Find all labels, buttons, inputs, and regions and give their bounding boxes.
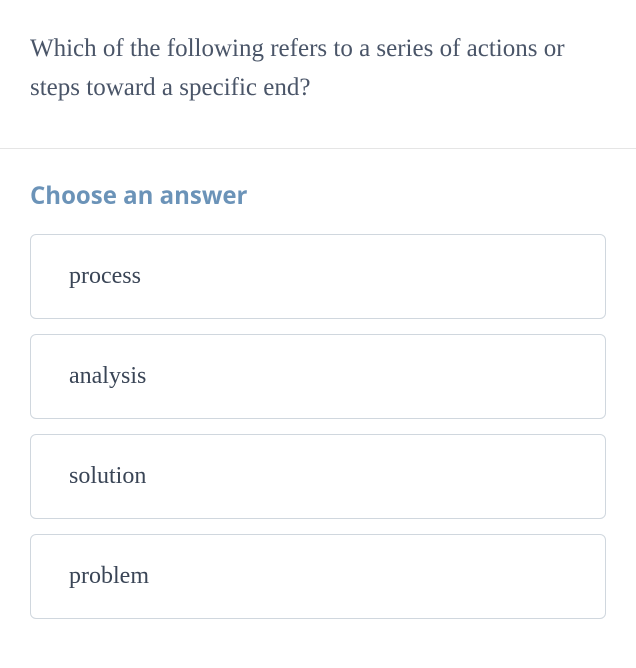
question-text: Which of the following refers to a serie… — [30, 30, 606, 108]
answer-options-list: process analysis solution problem — [30, 234, 606, 619]
answer-label: solution — [69, 463, 146, 489]
answer-option-1[interactable]: analysis — [30, 334, 606, 419]
answer-section: Choose an answer process analysis soluti… — [0, 149, 636, 649]
answer-label: process — [69, 263, 141, 289]
answer-instruction: Choose an answer — [30, 179, 606, 212]
answer-label: problem — [69, 563, 149, 589]
answer-option-2[interactable]: solution — [30, 434, 606, 519]
answer-option-0[interactable]: process — [30, 234, 606, 319]
answer-option-3[interactable]: problem — [30, 534, 606, 619]
question-section: Which of the following refers to a serie… — [0, 0, 636, 149]
answer-label: analysis — [69, 363, 146, 389]
